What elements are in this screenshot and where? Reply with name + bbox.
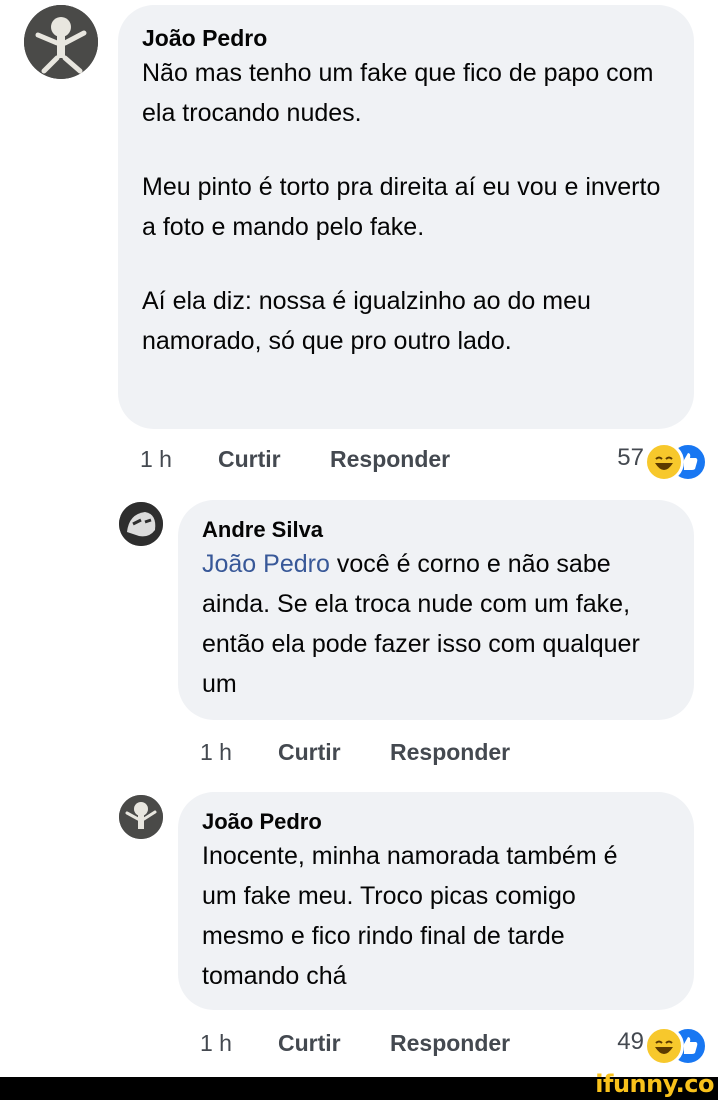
comment-bubble: Andre Silva João Pedro você é corno e nã… <box>178 500 694 720</box>
comment-paragraph: Meu pinto é torto pra direita aí eu vou … <box>142 173 661 241</box>
comment-bubble: João Pedro Inocente, minha namorada tamb… <box>178 792 694 1010</box>
comment-author[interactable]: Andre Silva <box>202 516 670 544</box>
reaction-count: 57 <box>617 444 644 471</box>
comment-time[interactable]: 1 h <box>200 1030 232 1057</box>
mask-avatar-icon <box>119 502 163 546</box>
comment-actions: 1 h Curtir Responder <box>200 739 680 769</box>
comment-author[interactable]: João Pedro <box>142 23 670 53</box>
comment-time[interactable]: 1 h <box>200 739 232 766</box>
haha-emoji-icon <box>644 442 684 482</box>
avatar[interactable] <box>119 795 163 839</box>
like-button[interactable]: Curtir <box>278 739 341 766</box>
avatar[interactable] <box>24 5 98 79</box>
skeleton-avatar-icon <box>119 795 163 839</box>
comment-paragraph: Aí ela diz: nossa é igualzinho ao do meu… <box>142 287 591 355</box>
avatar[interactable] <box>119 502 163 546</box>
reply-button[interactable]: Responder <box>390 739 510 766</box>
reaction-summary[interactable]: 49 <box>560 1026 708 1068</box>
ifunny-watermark: ifunny.co <box>595 1070 714 1098</box>
comment-text: João Pedro você é corno e não sabe ainda… <box>202 544 652 704</box>
haha-emoji-icon <box>644 1026 684 1066</box>
skeleton-avatar-icon <box>24 5 98 79</box>
reply-button[interactable]: Responder <box>390 1030 510 1057</box>
comment-time[interactable]: 1 h <box>140 446 172 473</box>
like-button[interactable]: Curtir <box>218 446 281 473</box>
comment-bubble: João Pedro Não mas tenho um fake que fic… <box>118 5 694 429</box>
like-button[interactable]: Curtir <box>278 1030 341 1057</box>
comment-author[interactable]: João Pedro <box>202 808 670 836</box>
reaction-summary[interactable]: 57 <box>560 442 708 484</box>
comment-text: Inocente, minha namorada também é um fak… <box>202 842 618 990</box>
comment-paragraph: Não mas tenho um fake que fico de papo c… <box>142 59 654 127</box>
reaction-count: 49 <box>617 1028 644 1055</box>
mention-link[interactable]: João Pedro <box>202 550 330 578</box>
comment-text: Não mas tenho um fake que fico de papo c… <box>142 53 662 361</box>
reply-button[interactable]: Responder <box>330 446 450 473</box>
watermark-bar: ifunny.co <box>0 1070 718 1100</box>
